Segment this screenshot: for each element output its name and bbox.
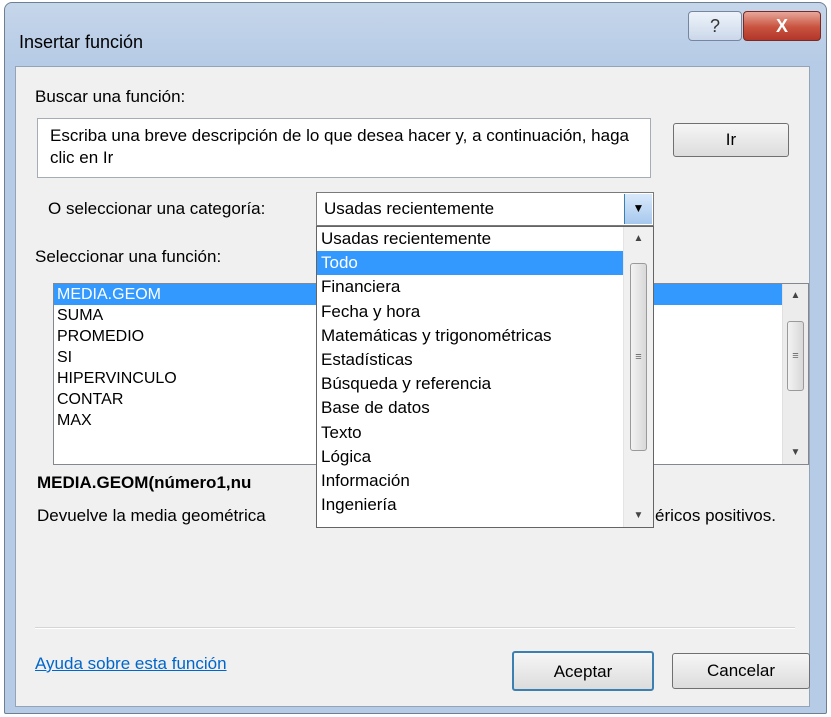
scroll-thumb[interactable]: ≡ [787, 321, 804, 391]
help-link[interactable]: Ayuda sobre esta función [35, 654, 227, 674]
question-mark-icon: ? [709, 16, 720, 36]
function-description-right: éricos positivos. [655, 506, 776, 525]
scroll-thumb[interactable]: ≡ [630, 263, 647, 451]
chevron-down-icon: ▼ [632, 201, 645, 215]
close-button[interactable]: X [743, 11, 821, 41]
category-dropdown-list[interactable]: Usadas recientemente Todo Financiera Fec… [316, 226, 654, 528]
category-option[interactable]: Todo [317, 251, 653, 276]
dropdown-scrollbar[interactable]: ▲ ≡ ▼ [623, 227, 653, 527]
scroll-down-icon[interactable]: ▼ [624, 510, 653, 521]
dialog-title: Insertar función [19, 32, 144, 52]
category-label: O seleccionar una categoría: [48, 199, 266, 218]
search-input[interactable]: Escriba una breve descripción de lo que … [37, 118, 651, 178]
search-label-text: Buscar una función: [35, 87, 186, 106]
category-option[interactable]: Estadísticas [317, 348, 653, 372]
function-signature: MEDIA.GEOM(número1,nu [37, 473, 252, 492]
ok-button-label: Aceptar [553, 662, 613, 681]
category-option[interactable]: Información [317, 469, 653, 493]
category-option[interactable]: Matemáticas y trigonométricas [317, 324, 653, 348]
cancel-button[interactable]: Cancelar [672, 653, 810, 689]
scroll-up-icon[interactable]: ▲ [783, 290, 808, 301]
category-option[interactable]: Búsqueda y referencia [317, 372, 653, 396]
category-selected-value: Usadas recientemente [324, 199, 495, 218]
category-option[interactable]: Texto [317, 421, 653, 445]
scroll-down-icon[interactable]: ▼ [783, 447, 808, 458]
function-list-label: Seleccionar una función: [35, 247, 222, 266]
dropdown-arrow-button[interactable]: ▼ [624, 194, 652, 224]
category-option[interactable]: Financiera [317, 275, 653, 299]
category-option[interactable]: Fecha y hora [317, 300, 653, 324]
cancel-button-label: Cancelar [706, 661, 776, 680]
category-option[interactable]: Usadas recientemente [317, 227, 653, 251]
go-button[interactable]: Ir [673, 123, 789, 157]
category-option[interactable]: Base de datos [317, 396, 653, 420]
close-icon: X [775, 16, 788, 36]
search-label: Buscar una función: [35, 87, 185, 107]
separator [35, 627, 795, 629]
function-list-scrollbar[interactable]: ▲ ≡ ▼ [782, 284, 808, 464]
category-option[interactable]: Ingeniería [317, 493, 653, 517]
ok-button[interactable]: Aceptar [512, 651, 654, 691]
help-button[interactable]: ? [688, 11, 742, 41]
category-select[interactable]: Usadas recientemente ▼ [316, 192, 654, 226]
go-button-label: Ir [725, 130, 737, 149]
category-option[interactable]: Lógica [317, 445, 653, 469]
title-bar[interactable]: Insertar función ? X [5, 3, 826, 69]
scroll-up-icon[interactable]: ▲ [624, 233, 653, 244]
function-description-left: Devuelve la media geométrica [37, 506, 266, 525]
